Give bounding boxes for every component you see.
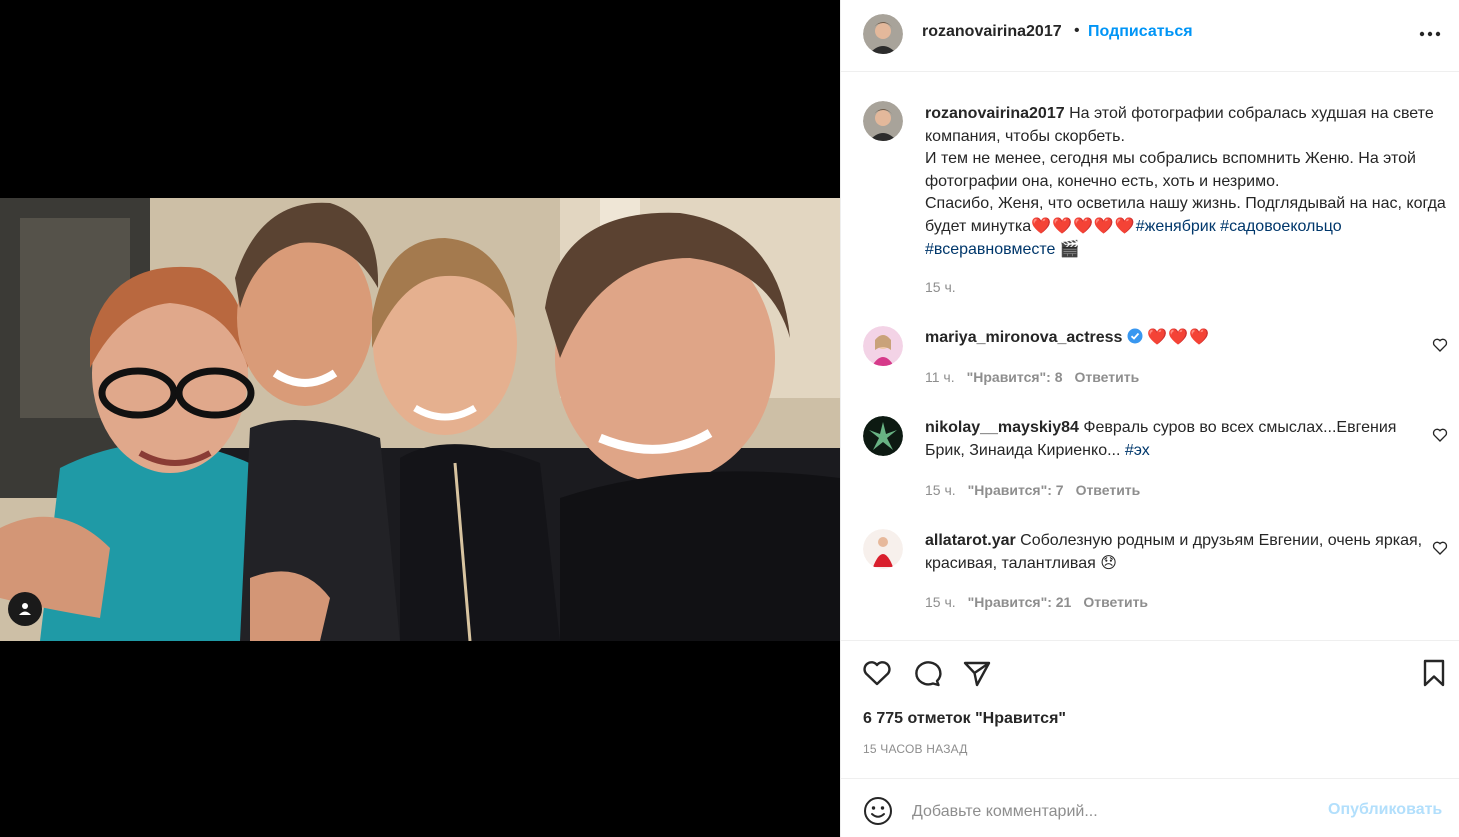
more-horizontal-icon	[1419, 31, 1441, 37]
comment-username[interactable]: nikolay__mayskiy84	[925, 419, 1079, 436]
likes-count[interactable]: 6 775 отметок "Нравится"	[863, 710, 1066, 728]
smile-icon[interactable]	[863, 796, 893, 826]
post-caption: rozanovairina2017 На этой фотографии соб…	[925, 103, 1447, 261]
bookmark-icon[interactable]	[1418, 657, 1450, 689]
comment-meta: 15 ч. "Нравится": 21 Ответить	[925, 594, 1160, 610]
comment-icon[interactable]	[911, 657, 943, 689]
caption-avatar[interactable]	[863, 101, 903, 141]
comment-input[interactable]	[912, 797, 1312, 827]
comment-like-icon[interactable]	[1432, 540, 1448, 556]
post-photo[interactable]	[0, 198, 840, 641]
caption-hearts: ❤️❤️❤️❤️❤️	[1031, 217, 1136, 235]
post-time[interactable]: 15 ЧАСОВ НАЗАД	[863, 742, 968, 756]
publish-button[interactable]: Опубликовать	[1328, 801, 1442, 819]
add-comment-bar: Опубликовать	[841, 778, 1459, 837]
comment-like-icon[interactable]	[1432, 337, 1448, 353]
reply-button[interactable]: Ответить	[1076, 482, 1141, 498]
commenter-avatar[interactable]	[863, 416, 903, 456]
caption-meta: 15 ч.	[925, 279, 968, 295]
comment-likes[interactable]: "Нравится": 7	[968, 482, 1064, 498]
more-options-button[interactable]	[1415, 24, 1445, 44]
heart-icon[interactable]	[861, 657, 893, 689]
send-icon[interactable]	[961, 657, 993, 689]
verified-badge-icon	[1127, 328, 1143, 344]
comment-text: ❤️❤️❤️	[1147, 329, 1211, 346]
comment-username[interactable]: mariya_mironova_actress	[925, 329, 1122, 346]
author-avatar[interactable]	[863, 14, 903, 54]
post-header: rozanovairina2017 • Подписаться	[841, 0, 1459, 72]
hashtag-link[interactable]: #всеравновместе	[925, 241, 1055, 258]
caption-time[interactable]: 15 ч.	[925, 279, 956, 295]
author-username[interactable]: rozanovairina2017	[922, 23, 1062, 41]
comment-time[interactable]: 15 ч.	[925, 482, 956, 498]
reply-button[interactable]: Ответить	[1083, 594, 1148, 610]
comment-meta: 15 ч. "Нравится": 7 Ответить	[925, 482, 1152, 498]
hashtag-link[interactable]: #садовоекольцо	[1220, 218, 1341, 235]
separator-dot: •	[1074, 22, 1080, 39]
commenter-avatar[interactable]	[863, 326, 903, 366]
comment-item: mariya_mironova_actress ❤️❤️❤️	[925, 327, 1425, 350]
comments-list[interactable]: rozanovairina2017 На этой фотографии соб…	[841, 73, 1459, 639]
caption-text-2: И тем не менее, сегодня мы собрались всп…	[925, 150, 1416, 190]
comment-time[interactable]: 11 ч.	[925, 369, 955, 385]
post-side-panel: rozanovairina2017 • Подписаться rozanova…	[840, 0, 1459, 837]
caption-emoji: 🎬	[1059, 240, 1080, 258]
user-tag-icon	[19, 603, 31, 615]
media-pane	[0, 0, 840, 837]
commenter-avatar[interactable]	[863, 529, 903, 569]
photo-illustration	[0, 198, 840, 641]
comment-like-icon[interactable]	[1432, 427, 1448, 443]
follow-button[interactable]: Подписаться	[1088, 23, 1193, 41]
comment-meta: 11 ч. "Нравится": 8 Ответить	[925, 369, 1151, 385]
comment-time[interactable]: 15 ч.	[925, 594, 956, 610]
reply-button[interactable]: Ответить	[1075, 369, 1140, 385]
hashtag-link[interactable]: #эх	[1125, 442, 1150, 459]
user-tag-button[interactable]	[8, 592, 42, 626]
comment-likes[interactable]: "Нравится": 21	[968, 594, 1072, 610]
hashtag-link[interactable]: #женябрик	[1136, 218, 1216, 235]
comment-likes[interactable]: "Нравится": 8	[967, 369, 1063, 385]
caption-username[interactable]: rozanovairina2017	[925, 105, 1065, 122]
comment-username[interactable]: allatarot.yar	[925, 532, 1016, 549]
comment-emoji: 😞	[1100, 554, 1117, 572]
post-actions: 6 775 отметок "Нравится" 15 ЧАСОВ НАЗАД	[841, 640, 1459, 778]
comment-item: allatarot.yar Соболезную родным и друзья…	[925, 530, 1425, 575]
comment-item: nikolay__mayskiy84 Февраль суров во всех…	[925, 417, 1425, 462]
